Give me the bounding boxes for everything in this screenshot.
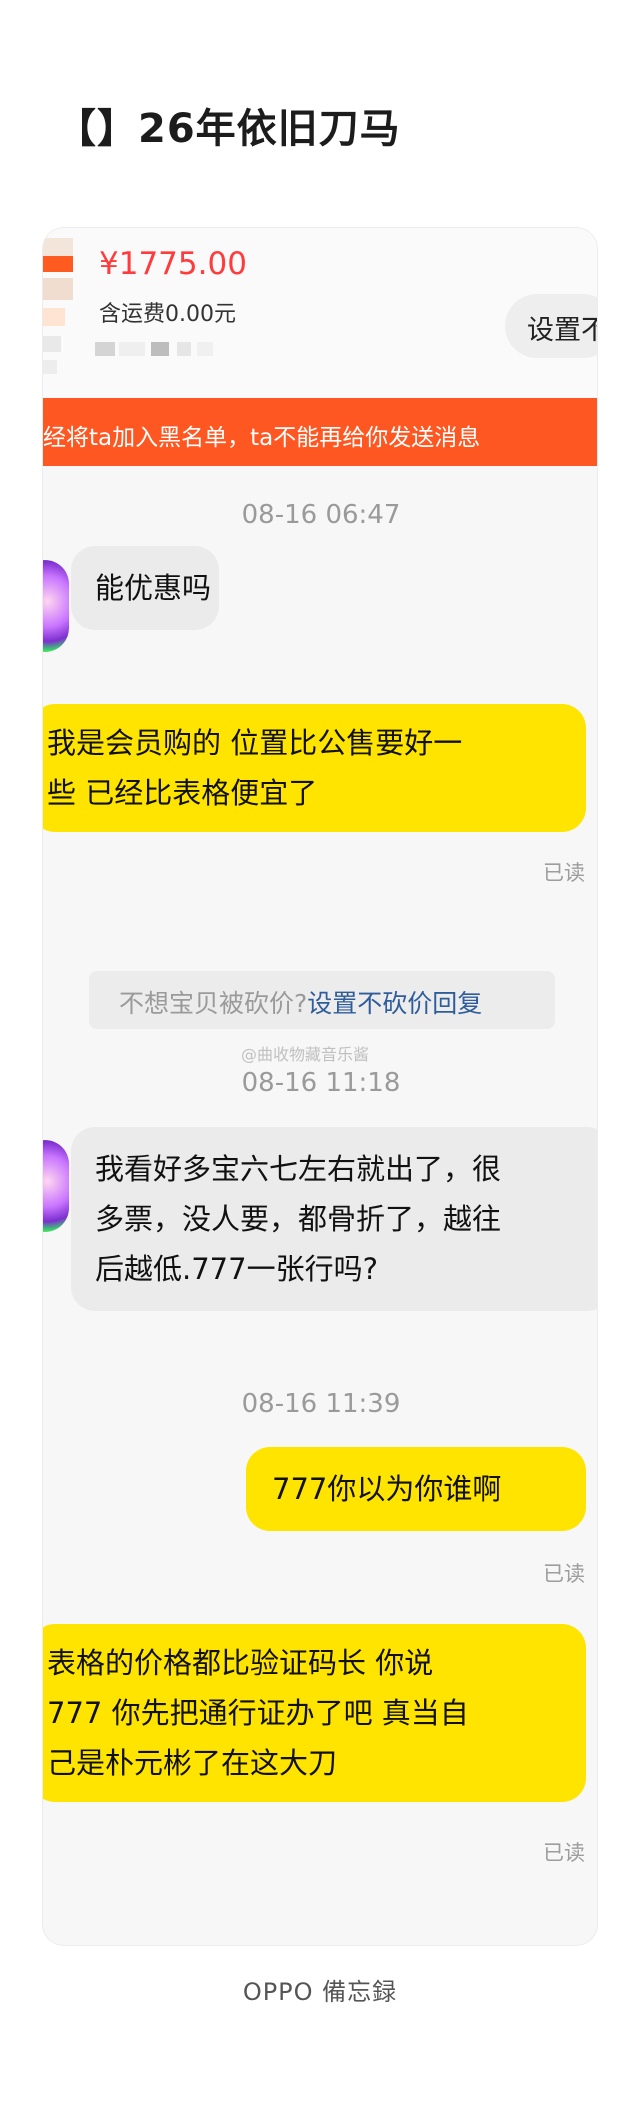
page-title: 【】26年依旧刀马 bbox=[56, 106, 401, 152]
product-shipping: 含运费0.00元 bbox=[99, 302, 236, 327]
product-price: ¥1775.00 bbox=[99, 246, 247, 282]
message-line: 己是朴元彬了在这大刀 bbox=[47, 1746, 338, 1780]
product-header[interactable]: ¥1775.00 含运费0.00元 设置不 bbox=[43, 228, 597, 398]
message-bubble-incoming[interactable]: 能优惠吗 bbox=[71, 546, 219, 630]
message-line: 777 你先把通行证办了吧 真当自 bbox=[47, 1696, 469, 1730]
read-status: 已读 bbox=[543, 861, 585, 885]
message-line: 后越低.777一张行吗? bbox=[95, 1252, 378, 1286]
timestamp: 08-16 11:39 bbox=[241, 1389, 401, 1419]
user-avatar-icon[interactable] bbox=[43, 560, 69, 652]
read-status: 已读 bbox=[543, 1562, 585, 1586]
message-line: 多票，没人要，都骨折了，越往 bbox=[95, 1202, 502, 1236]
product-thumbnail[interactable] bbox=[43, 238, 81, 378]
message-line: 表格的价格都比验证码长 你说 bbox=[47, 1646, 434, 1680]
setting-button[interactable]: 设置不 bbox=[505, 294, 597, 358]
app-footer: OPPO 備忘録 bbox=[242, 1978, 398, 2006]
message-bubble-outgoing[interactable]: 表格的价格都比验证码长 你说 777 你先把通行证办了吧 真当自 己是朴元彬了在… bbox=[43, 1624, 586, 1802]
tip-link[interactable]: 设置不砍价回复 bbox=[307, 989, 482, 1018]
read-status: 已读 bbox=[543, 1841, 585, 1865]
message-line: 我看好多宝六七左右就出了，很 bbox=[95, 1152, 502, 1186]
message-bubble-outgoing[interactable]: 我是会员购的 位置比公售要好一 些 已经比表格便宜了 bbox=[43, 704, 586, 832]
message-line: 我是会员购的 位置比公售要好一 bbox=[47, 726, 463, 760]
blacklist-banner: 经将ta加入黑名单，ta不能再给你发送消息 bbox=[43, 398, 597, 466]
watermark: @曲收物藏音乐酱 bbox=[241, 1045, 370, 1064]
timestamp: 08-16 06:47 bbox=[241, 500, 401, 530]
timestamp: 08-16 11:18 bbox=[241, 1068, 401, 1098]
bargain-tip: 不想宝贝被砍价?设置不砍价回复 bbox=[89, 971, 555, 1029]
message-line: 些 已经比表格便宜了 bbox=[47, 776, 318, 810]
chat-card: ¥1775.00 含运费0.00元 设置不 经将ta加入黑名单，ta不能再给你发… bbox=[42, 227, 598, 1946]
message-bubble-incoming[interactable]: 我看好多宝六七左右就出了，很 多票，没人要，都骨折了，越往 后越低.777一张行… bbox=[71, 1127, 597, 1311]
message-bubble-outgoing[interactable]: 777你以为你谁啊 bbox=[246, 1447, 586, 1531]
tip-text: 不想宝贝被砍价? bbox=[119, 989, 308, 1018]
user-avatar-icon[interactable] bbox=[43, 1140, 69, 1232]
